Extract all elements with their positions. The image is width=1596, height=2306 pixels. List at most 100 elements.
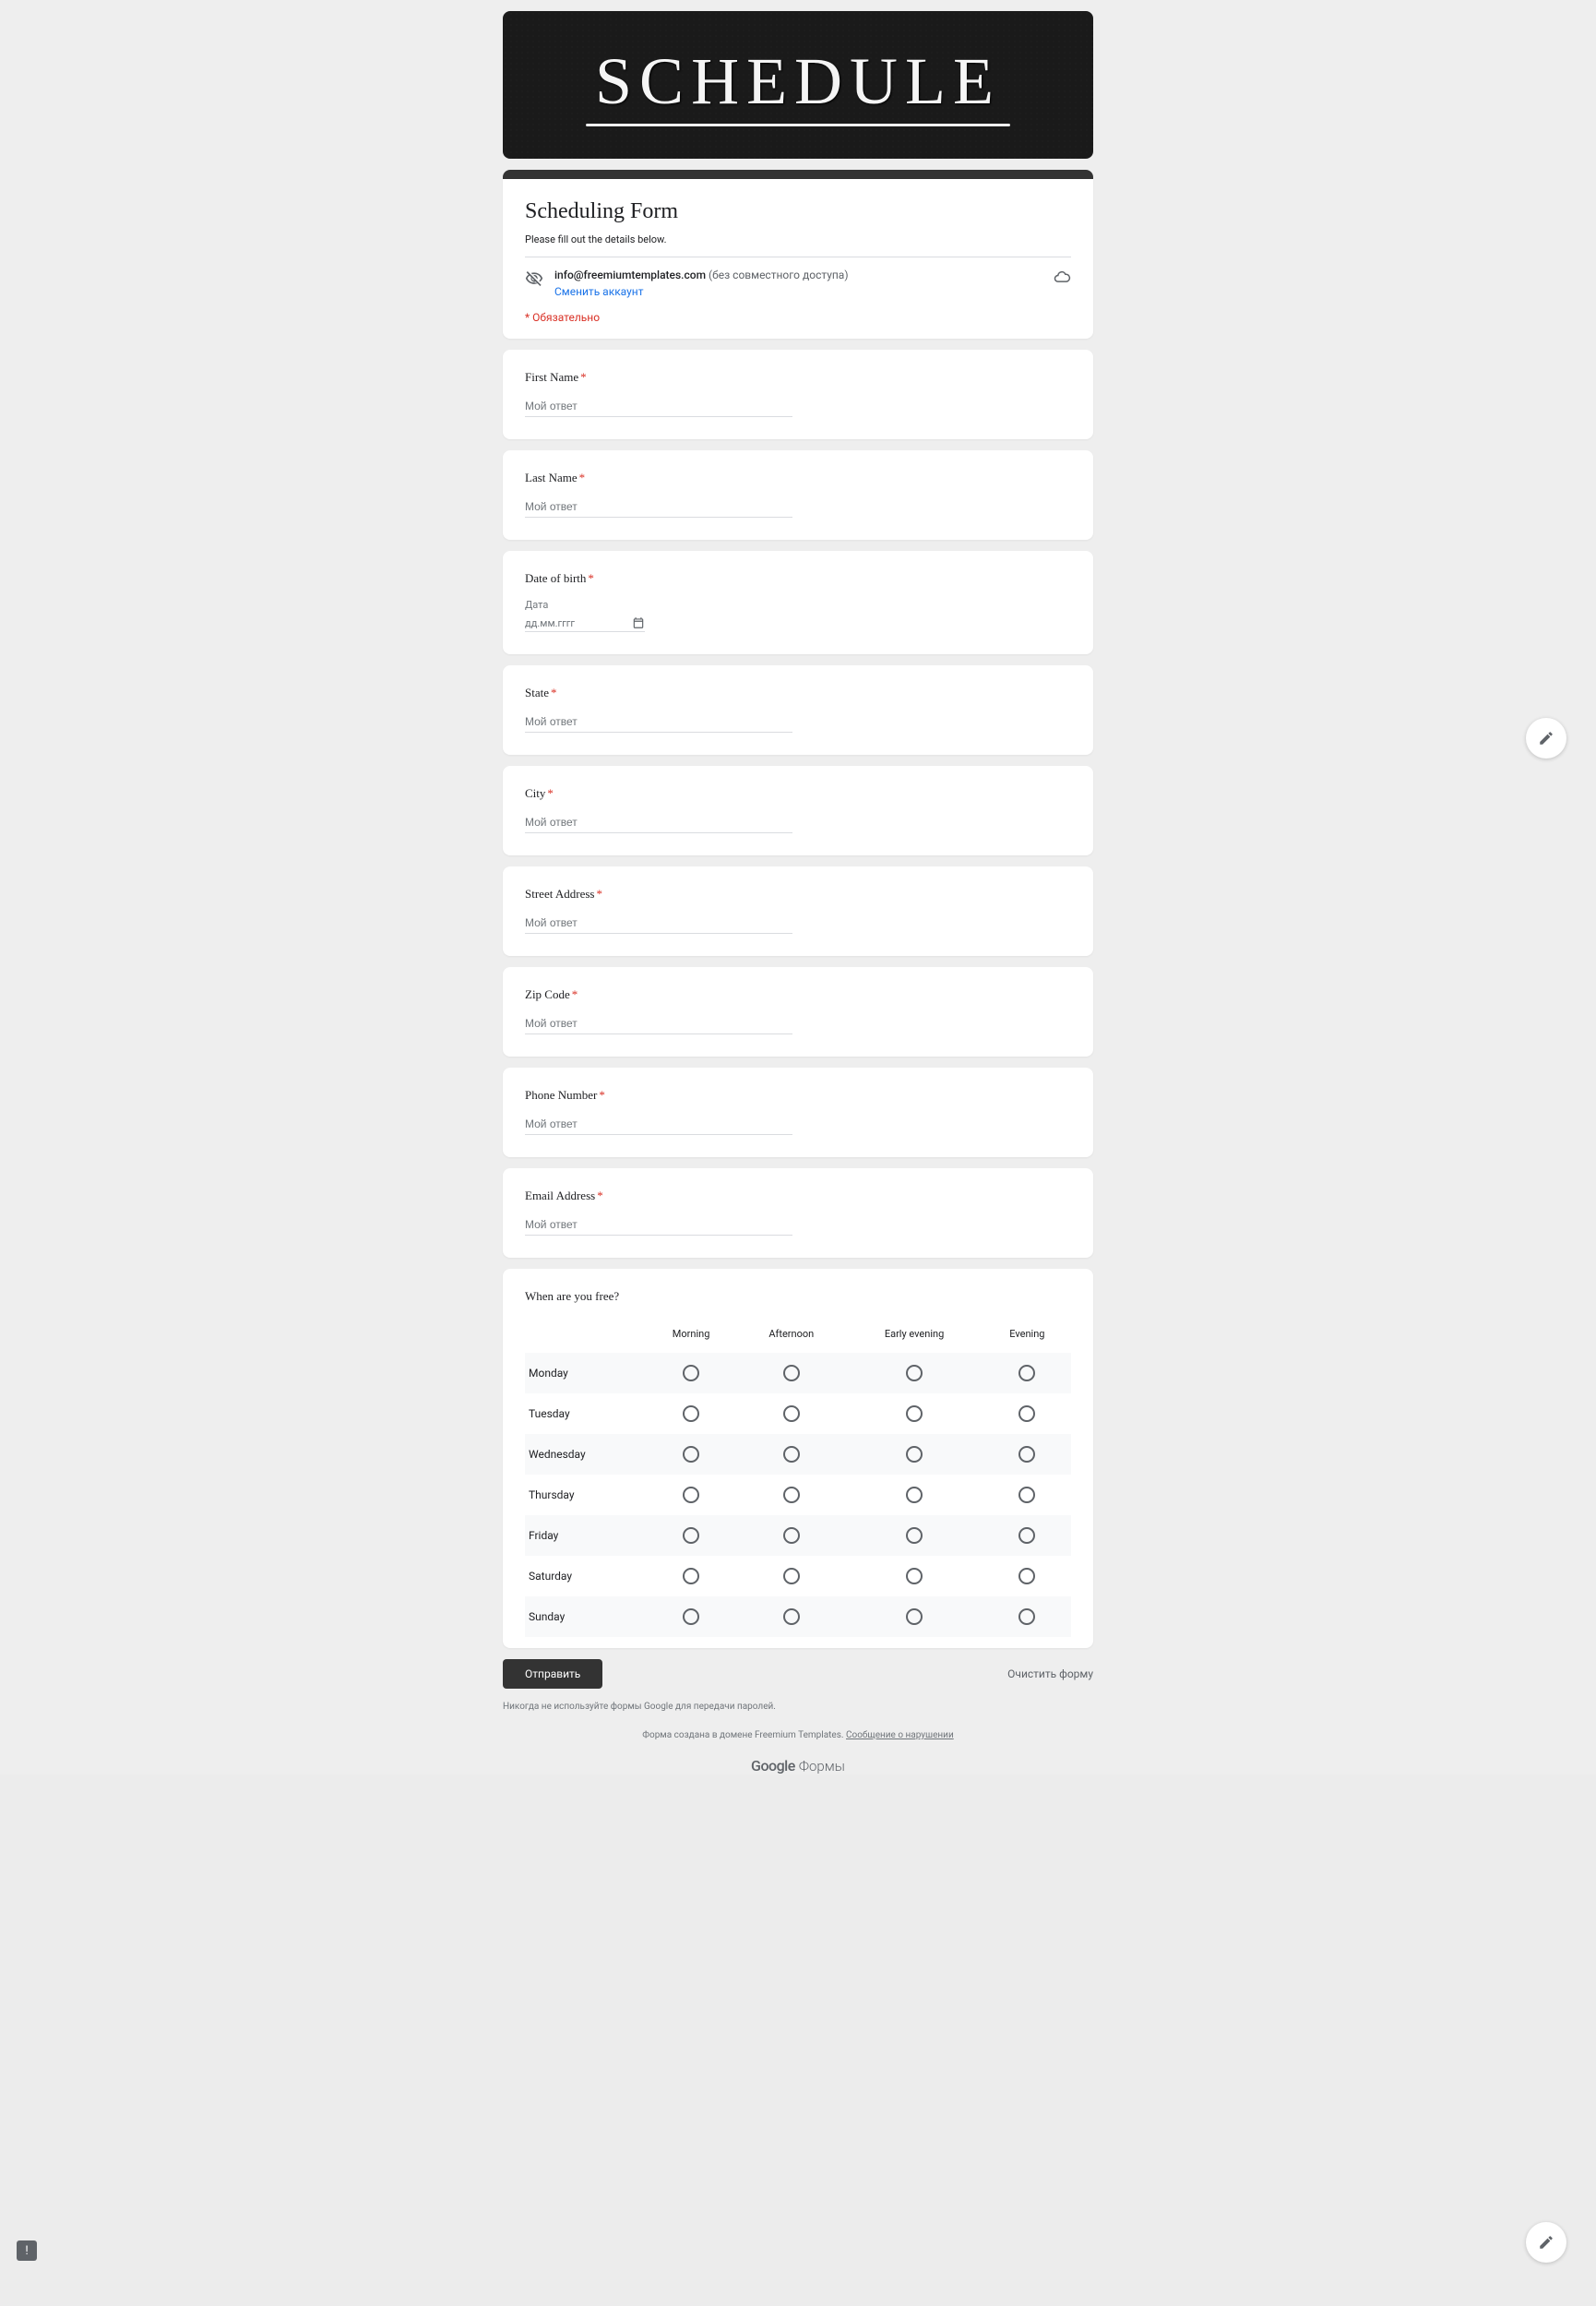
account-email: info@freemiumtemplates.com bbox=[554, 269, 706, 281]
cloud-icon bbox=[1053, 269, 1071, 287]
grid-radio[interactable] bbox=[1018, 1487, 1035, 1503]
header-card: Scheduling Form Please fill out the deta… bbox=[503, 179, 1093, 339]
grid-column-header: Afternoon bbox=[737, 1320, 845, 1353]
grid-row-label: Saturday bbox=[525, 1556, 645, 1596]
input-street[interactable] bbox=[525, 914, 792, 934]
grid-radio[interactable] bbox=[906, 1527, 923, 1544]
grid-row: Friday bbox=[525, 1515, 1071, 1556]
grid-radio[interactable] bbox=[1018, 1568, 1035, 1584]
account-row: info@freemiumtemplates.com (без совместн… bbox=[525, 257, 1071, 298]
question-phone: Phone Number* bbox=[503, 1068, 1093, 1157]
input-zip[interactable] bbox=[525, 1015, 792, 1034]
grid-radio[interactable] bbox=[683, 1365, 699, 1381]
grid-row: Saturday bbox=[525, 1556, 1071, 1596]
grid-radio[interactable] bbox=[783, 1608, 800, 1625]
grid-radio[interactable] bbox=[683, 1405, 699, 1422]
report-problem-button[interactable]: ! bbox=[17, 2240, 37, 2261]
edit-form-fab[interactable] bbox=[1526, 718, 1566, 759]
input-first-name[interactable] bbox=[525, 398, 792, 417]
question-last-name: Last Name* bbox=[503, 450, 1093, 540]
alert-icon: ! bbox=[25, 2244, 28, 2258]
grid-column-header: Evening bbox=[983, 1320, 1071, 1353]
sharing-note: (без совместного доступа) bbox=[709, 269, 849, 281]
grid-radio[interactable] bbox=[683, 1487, 699, 1503]
question-state: State* bbox=[503, 665, 1093, 755]
label-city: City* bbox=[525, 786, 1071, 801]
grid-radio[interactable] bbox=[906, 1608, 923, 1625]
grid-row: Monday bbox=[525, 1353, 1071, 1393]
grid-radio[interactable] bbox=[906, 1446, 923, 1463]
grid-radio[interactable] bbox=[1018, 1365, 1035, 1381]
grid-radio[interactable] bbox=[783, 1527, 800, 1544]
grid-radio[interactable] bbox=[783, 1405, 800, 1422]
clear-form-link[interactable]: Очистить форму bbox=[1007, 1667, 1093, 1680]
grid-radio[interactable] bbox=[1018, 1527, 1035, 1544]
edit-form-fab-bottom[interactable] bbox=[1526, 2222, 1566, 2263]
grid-radio[interactable] bbox=[1018, 1405, 1035, 1422]
grid-radio[interactable] bbox=[906, 1405, 923, 1422]
label-last-name: Last Name* bbox=[525, 471, 1071, 485]
label-first-name: First Name* bbox=[525, 370, 1071, 385]
grid-row: Tuesday bbox=[525, 1393, 1071, 1434]
grid-radio[interactable] bbox=[1018, 1446, 1035, 1463]
grid-row-label: Tuesday bbox=[525, 1393, 645, 1434]
question-availability-grid: When are you free? MorningAfternoonEarly… bbox=[503, 1269, 1093, 1648]
form-container: SCHEDULE Scheduling Form Please fill out… bbox=[503, 11, 1093, 1774]
switch-account-link[interactable]: Сменить аккаунт bbox=[554, 285, 644, 298]
form-footer: Отправить Очистить форму bbox=[503, 1659, 1093, 1689]
availability-table: MorningAfternoonEarly eveningEvening Mon… bbox=[525, 1320, 1071, 1637]
sublabel-dob: Дата bbox=[525, 599, 1071, 611]
banner-title: SCHEDULE bbox=[595, 43, 1001, 120]
label-phone: Phone Number* bbox=[525, 1088, 1071, 1103]
form-title: Scheduling Form bbox=[525, 199, 1071, 224]
input-dob[interactable]: дд.мм.гггг bbox=[525, 616, 645, 632]
report-abuse-link[interactable]: Сообщение о нарушении bbox=[846, 1730, 954, 1740]
visibility-off-icon bbox=[525, 269, 543, 288]
required-indicator: * Обязательно bbox=[525, 311, 1071, 324]
label-dob: Date of birth* bbox=[525, 571, 1071, 586]
form-description: Please fill out the details below. bbox=[525, 233, 1071, 257]
grid-row-label: Monday bbox=[525, 1353, 645, 1393]
input-city[interactable] bbox=[525, 814, 792, 833]
grid-radio[interactable] bbox=[783, 1487, 800, 1503]
domain-note: Форма создана в домене Freemium Template… bbox=[503, 1730, 1093, 1740]
label-zip: Zip Code* bbox=[525, 987, 1071, 1002]
grid-row: Wednesday bbox=[525, 1434, 1071, 1475]
question-email: Email Address* bbox=[503, 1168, 1093, 1258]
grid-radio[interactable] bbox=[683, 1568, 699, 1584]
google-forms-logo[interactable]: GoogleФормы bbox=[503, 1757, 1093, 1774]
grid-radio[interactable] bbox=[783, 1365, 800, 1381]
question-city: City* bbox=[503, 766, 1093, 855]
grid-radio[interactable] bbox=[783, 1568, 800, 1584]
question-first-name: First Name* bbox=[503, 350, 1093, 439]
grid-row-label: Sunday bbox=[525, 1596, 645, 1637]
input-last-name[interactable] bbox=[525, 498, 792, 518]
grid-row-label: Wednesday bbox=[525, 1434, 645, 1475]
label-availability: When are you free? bbox=[525, 1289, 1071, 1304]
calendar-icon bbox=[632, 616, 645, 629]
grid-row-label: Thursday bbox=[525, 1475, 645, 1515]
submit-button[interactable]: Отправить bbox=[503, 1659, 602, 1689]
grid-row-label: Friday bbox=[525, 1515, 645, 1556]
input-phone[interactable] bbox=[525, 1116, 792, 1135]
form-banner: SCHEDULE bbox=[503, 11, 1093, 159]
label-street: Street Address* bbox=[525, 887, 1071, 902]
question-street: Street Address* bbox=[503, 866, 1093, 956]
grid-radio[interactable] bbox=[683, 1608, 699, 1625]
grid-radio[interactable] bbox=[1018, 1608, 1035, 1625]
grid-radio[interactable] bbox=[683, 1446, 699, 1463]
pencil-icon bbox=[1538, 2234, 1554, 2251]
grid-radio[interactable] bbox=[783, 1446, 800, 1463]
label-email: Email Address* bbox=[525, 1189, 1071, 1203]
input-email[interactable] bbox=[525, 1216, 792, 1236]
grid-radio[interactable] bbox=[906, 1487, 923, 1503]
grid-radio[interactable] bbox=[683, 1527, 699, 1544]
grid-row: Sunday bbox=[525, 1596, 1071, 1637]
input-state[interactable] bbox=[525, 713, 792, 733]
grid-radio[interactable] bbox=[906, 1365, 923, 1381]
grid-radio[interactable] bbox=[906, 1568, 923, 1584]
grid-column-header: Morning bbox=[645, 1320, 737, 1353]
grid-column-header: Early evening bbox=[845, 1320, 983, 1353]
label-state: State* bbox=[525, 686, 1071, 700]
grid-row: Thursday bbox=[525, 1475, 1071, 1515]
